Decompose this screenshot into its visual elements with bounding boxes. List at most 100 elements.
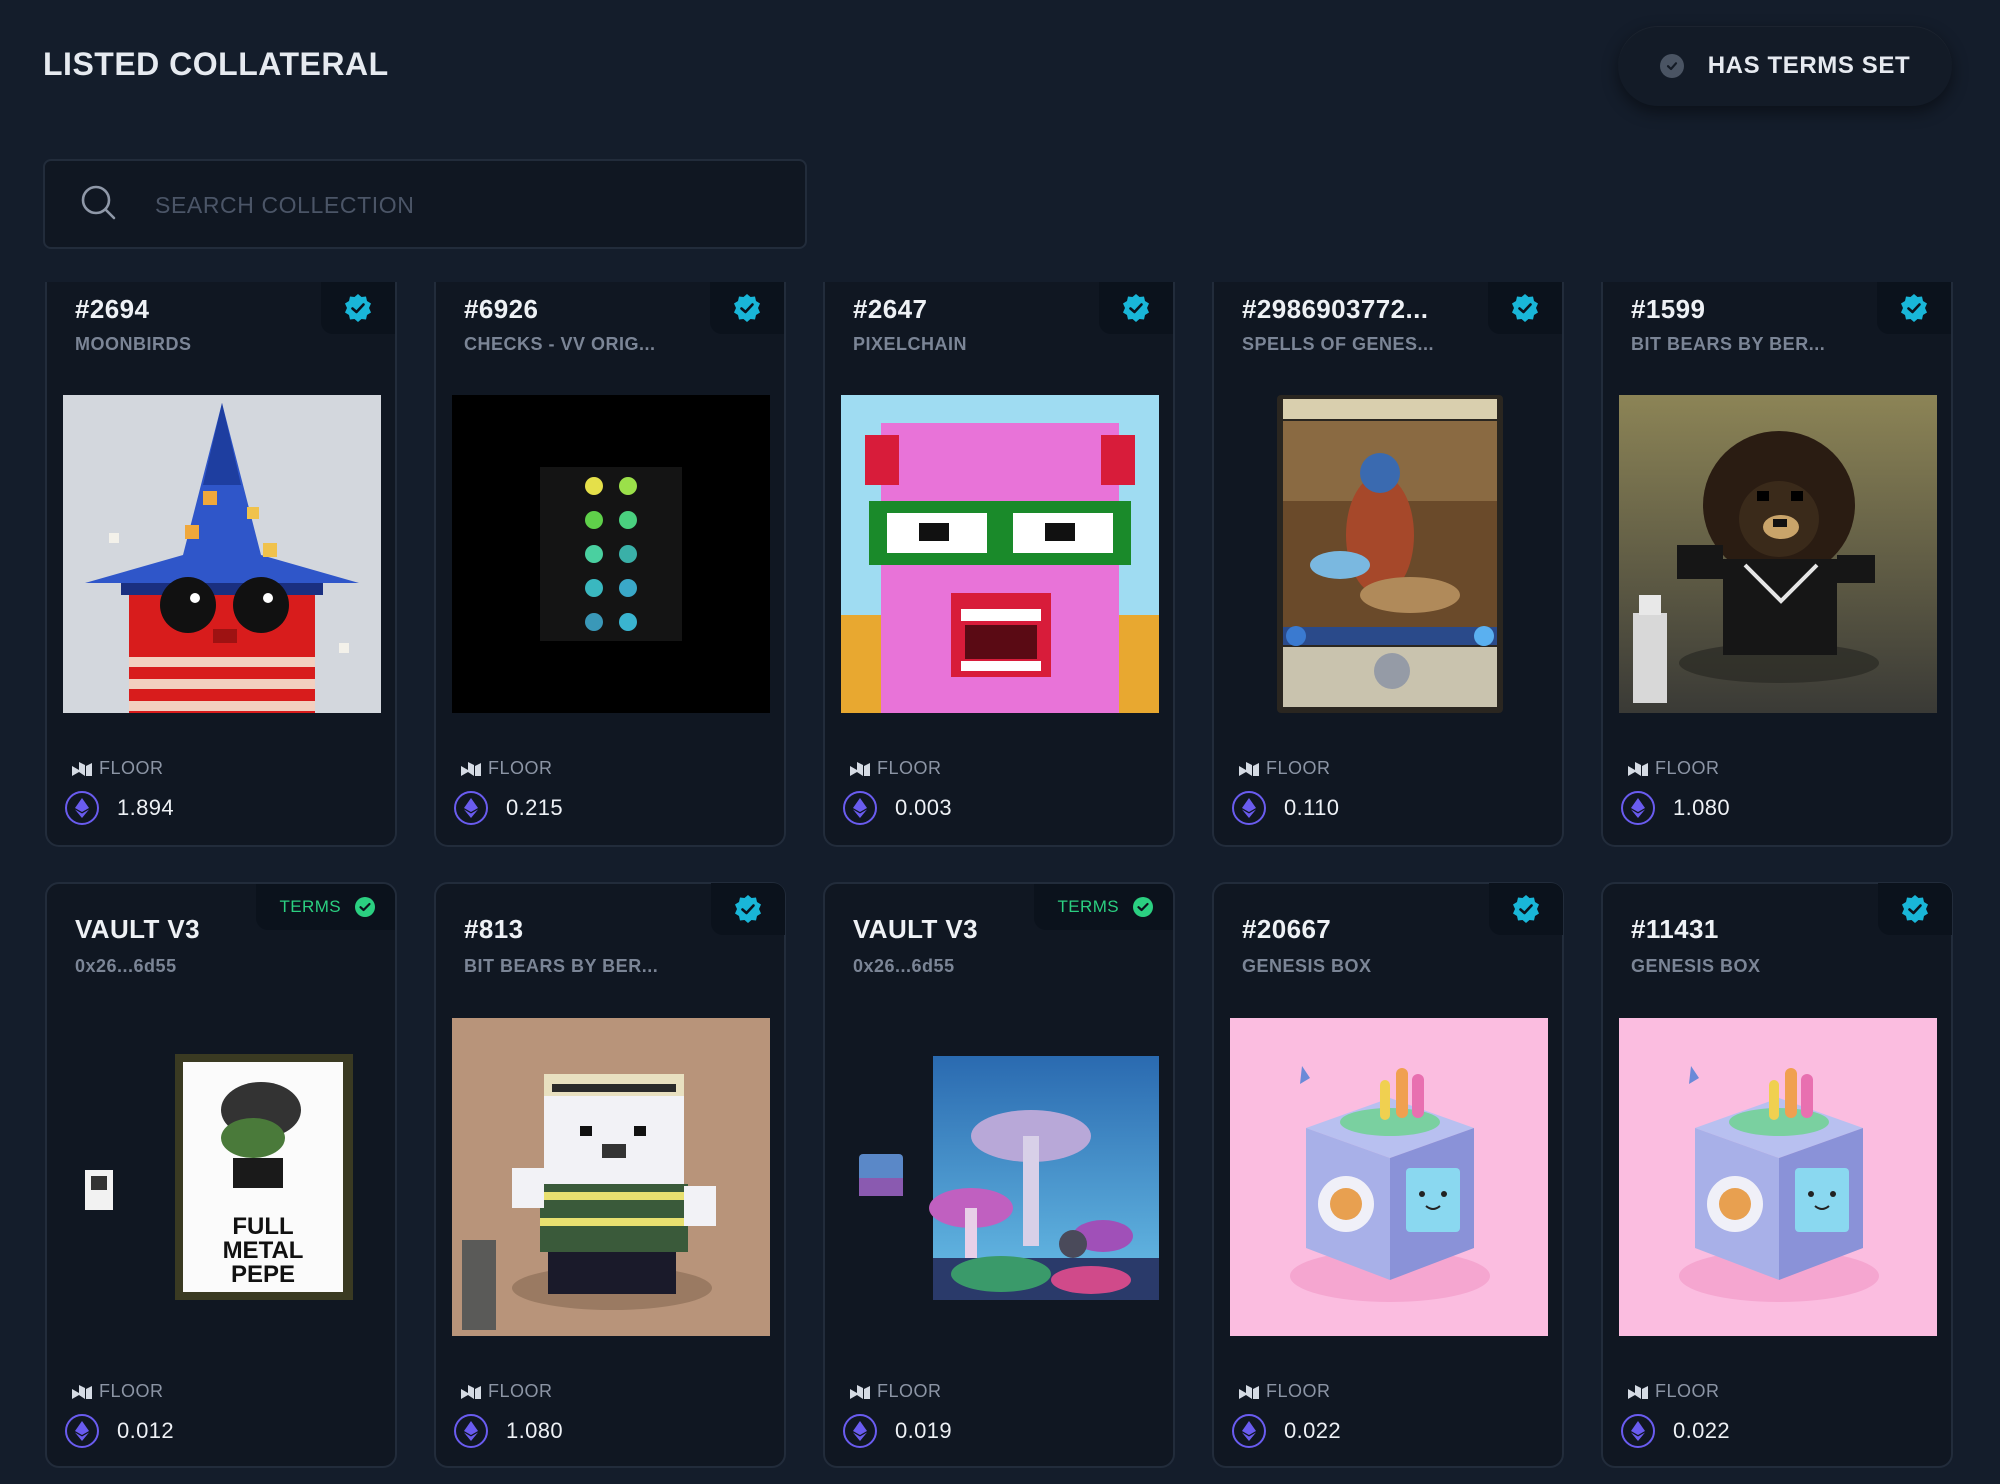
floor-row: FLOOR — [849, 1381, 942, 1402]
nft-image[interactable] — [1619, 1018, 1937, 1336]
spell-card-art — [1230, 395, 1548, 713]
price-row: 0.022 — [1232, 1414, 1341, 1448]
nftfi-logo-icon — [461, 1384, 481, 1399]
card-collection: SPELLS OF GENES... — [1242, 334, 1435, 354]
nftfi-logo-icon — [72, 761, 92, 776]
price-row: 0.215 — [454, 791, 563, 825]
nftfi-logo-icon — [850, 1384, 870, 1399]
verified-icon — [345, 294, 371, 322]
collateral-card[interactable]: #2694 MOONBIRDS FLOOR 1.894 — [45, 282, 397, 847]
card-title: VAULT V3 — [75, 914, 201, 944]
nft-image[interactable] — [1619, 395, 1937, 713]
collateral-card[interactable]: #813 BIT BEARS BY BER... FLOOR 1.080 — [434, 882, 786, 1468]
floor-label: FLOOR — [1655, 1381, 1720, 1401]
floor-label: FLOOR — [99, 1381, 164, 1401]
nft-image[interactable] — [1230, 395, 1548, 713]
pixel-polar-bear-art — [452, 1018, 770, 1336]
collateral-card[interactable]: #2986903772... SPELLS OF GENES... FLOOR … — [1212, 282, 1564, 847]
checks-grid-art — [452, 395, 770, 713]
terms-label: TERMS — [1057, 897, 1119, 916]
floor-label: FLOOR — [1655, 758, 1720, 778]
floor-row: FLOOR — [71, 1381, 164, 1402]
nftfi-logo-icon — [1239, 761, 1259, 776]
verified-icon — [1513, 895, 1539, 923]
verified-badge — [1489, 883, 1563, 935]
ethereum-icon — [1232, 1414, 1266, 1448]
nftfi-logo-icon — [461, 761, 481, 776]
card-title: #6926 — [464, 294, 539, 324]
nft-image[interactable] — [841, 395, 1159, 713]
poster-text: METAL — [223, 1237, 304, 1264]
price-row: 1.080 — [1621, 791, 1730, 825]
verified-badge — [1878, 883, 1952, 935]
verified-badge — [710, 282, 784, 334]
floor-label: FLOOR — [488, 1381, 553, 1401]
card-collection: GENESIS BOX — [1631, 956, 1761, 976]
ethereum-icon — [454, 791, 488, 825]
card-title: #2647 — [853, 294, 928, 324]
poster-text: PEPE — [231, 1261, 295, 1288]
card-collection: MOONBIRDS — [75, 334, 192, 354]
card-title: #1599 — [1631, 294, 1706, 324]
nft-image[interactable] — [1230, 1018, 1548, 1336]
collateral-card[interactable]: TERMS VAULT V3 0x26...6d55 FULL METAL PE… — [45, 882, 397, 1468]
check-circle-icon — [355, 897, 375, 917]
nft-image[interactable] — [63, 395, 381, 713]
terms-label: TERMS — [279, 897, 341, 916]
card-collection: GENESIS BOX — [1242, 956, 1372, 976]
nft-image[interactable] — [452, 395, 770, 713]
check-circle-icon — [1133, 897, 1153, 917]
floor-price: 0.215 — [506, 795, 564, 820]
moonbird-wizard-art — [63, 395, 381, 713]
nftfi-logo-icon — [1628, 1384, 1648, 1399]
price-row: 0.022 — [1621, 1414, 1730, 1448]
verified-icon — [734, 294, 760, 322]
collateral-card[interactable]: TERMS VAULT V3 0x26...6d55 FLOOR 0.019 — [823, 882, 1175, 1468]
nft-image[interactable] — [841, 1018, 1159, 1336]
ethereum-icon — [65, 791, 99, 825]
collateral-card[interactable]: #6926 CHECKS - VV ORIG... FLOOR 0.215 — [434, 282, 786, 847]
ethereum-icon — [1621, 1414, 1655, 1448]
floor-price: 1.080 — [506, 1418, 564, 1443]
ethereum-icon — [843, 1414, 877, 1448]
card-vault-address: 0x26...6d55 — [75, 956, 177, 976]
verified-icon — [1901, 294, 1927, 322]
collateral-grid: #2694 MOONBIRDS FLOOR 1.894 #6926 CHECKS… — [0, 0, 2000, 1484]
nft-image[interactable] — [452, 1018, 770, 1336]
nftfi-logo-icon — [1239, 1384, 1259, 1399]
card-title: #2986903772... — [1242, 294, 1429, 324]
collateral-card[interactable]: #20667 GENESIS BOX FLOOR 0.022 — [1212, 882, 1564, 1468]
card-title: #813 — [464, 914, 524, 944]
floor-price: 0.019 — [895, 1418, 953, 1443]
floor-label: FLOOR — [1266, 758, 1331, 778]
nftfi-logo-icon — [1628, 761, 1648, 776]
floor-price: 0.022 — [1284, 1418, 1342, 1443]
floor-row: FLOOR — [460, 1381, 553, 1402]
floor-price: 1.080 — [1673, 795, 1731, 820]
floor-price: 0.110 — [1284, 795, 1340, 820]
floor-price: 0.003 — [895, 795, 953, 820]
collateral-card[interactable]: #11431 GENESIS BOX FLOOR 0.022 — [1601, 882, 1953, 1468]
price-row: 1.894 — [65, 791, 174, 825]
card-title: #20667 — [1242, 914, 1332, 944]
card-collection: BIT BEARS BY BER... — [1631, 334, 1826, 354]
collateral-card[interactable]: #2647 PIXELCHAIN FLOOR 0.003 — [823, 282, 1175, 847]
floor-row: FLOOR — [1238, 1381, 1331, 1402]
price-row: 0.003 — [843, 791, 952, 825]
verified-icon — [735, 895, 761, 923]
genesis-box-art — [1619, 1018, 1937, 1336]
card-collection: PIXELCHAIN — [853, 334, 968, 354]
card-collection: CHECKS - VV ORIG... — [464, 334, 656, 354]
ethereum-icon — [65, 1414, 99, 1448]
floor-label: FLOOR — [488, 758, 553, 778]
poster-text: FULL — [232, 1213, 293, 1240]
floor-label: FLOOR — [877, 1381, 942, 1401]
price-row: 0.110 — [1232, 791, 1339, 825]
verified-badge — [1099, 282, 1173, 334]
nftfi-logo-icon — [72, 1384, 92, 1399]
price-row: 1.080 — [454, 1414, 563, 1448]
listed-collateral-page: LISTED COLLATERAL HAS TERMS SET #2694 MO… — [0, 0, 2000, 1484]
collateral-card[interactable]: #1599 BIT BEARS BY BER... FLOOR 1.080 — [1601, 282, 1953, 847]
floor-label: FLOOR — [877, 758, 942, 778]
nft-image[interactable]: FULL METAL PEPE — [63, 1018, 381, 1336]
